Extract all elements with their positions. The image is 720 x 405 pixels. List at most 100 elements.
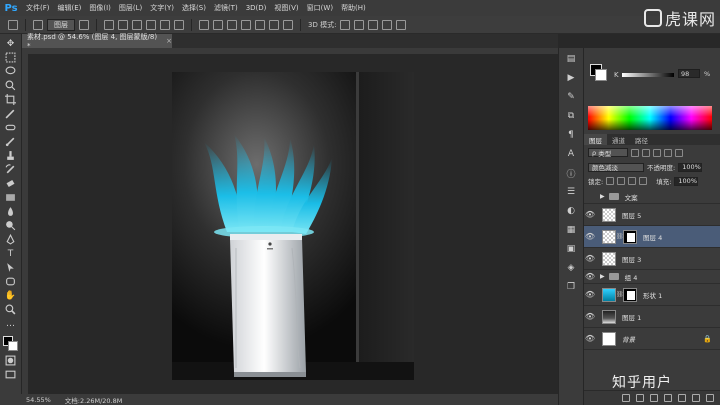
pen-tool-icon[interactable]: [5, 234, 17, 245]
distribute-center-icon[interactable]: [255, 19, 265, 30]
align-right-icon[interactable]: [174, 19, 184, 30]
tab-channels[interactable]: 通道: [607, 134, 630, 145]
3d-pan-icon[interactable]: [368, 19, 379, 30]
styles-panel-icon[interactable]: ▦: [565, 225, 577, 235]
3d-scale-icon[interactable]: [396, 19, 407, 30]
layer-item-3[interactable]: 👁 图层 3: [584, 248, 720, 270]
filter-smart-object-icon[interactable]: [675, 148, 683, 157]
add-mask-icon[interactable]: [650, 394, 658, 402]
lock-image-icon[interactable]: [617, 177, 626, 185]
eraser-tool-icon[interactable]: [5, 178, 17, 189]
3d-rotate-icon[interactable]: [340, 19, 351, 30]
clone-stamp-tool-icon[interactable]: [5, 150, 17, 161]
distribute-left-icon[interactable]: [241, 19, 251, 30]
auto-select-dropdown[interactable]: 图层: [47, 18, 75, 31]
move-tool-icon[interactable]: ✥: [5, 38, 17, 49]
layer-group-4[interactable]: 👁 ▶ 组 4: [584, 270, 720, 284]
lock-transparent-icon[interactable]: [606, 177, 615, 185]
opacity-input[interactable]: 100%: [678, 162, 703, 172]
3d-roll-icon[interactable]: [354, 19, 365, 30]
panel-background-swatch[interactable]: [595, 69, 607, 81]
tab-layers[interactable]: 图层: [584, 134, 607, 145]
align-middle-icon[interactable]: [118, 19, 128, 30]
background-color-swatch[interactable]: [7, 341, 18, 351]
quick-select-tool-icon[interactable]: [5, 80, 17, 91]
show-transform-icon[interactable]: [79, 19, 89, 30]
eye-icon[interactable]: 👁: [584, 210, 596, 219]
menu-file[interactable]: 文件(F): [22, 3, 54, 13]
color-spectrum[interactable]: [588, 106, 712, 130]
vertical-ruler[interactable]: [22, 48, 28, 394]
auto-align-icon[interactable]: [283, 19, 293, 30]
distribute-middle-icon[interactable]: [213, 19, 223, 30]
link-icon[interactable]: ⛓: [616, 291, 624, 298]
menu-view[interactable]: 视图(V): [270, 3, 302, 13]
navigator-panel-icon[interactable]: ◈: [565, 263, 577, 273]
horizontal-ruler[interactable]: [22, 48, 558, 54]
properties-panel-icon[interactable]: ☰: [565, 187, 577, 197]
lock-position-icon[interactable]: [628, 177, 637, 185]
document-tab[interactable]: 素材.psd @ 54.6% (图层 4, 图层蒙版/8) * ×: [22, 33, 172, 50]
foreground-background-colors[interactable]: [2, 336, 19, 352]
link-icon[interactable]: ⛓: [616, 233, 624, 240]
swatches-panel-icon[interactable]: ▣: [565, 244, 577, 254]
menu-type[interactable]: 文字(Y): [146, 3, 178, 13]
eyedropper-tool-icon[interactable]: [5, 108, 17, 119]
align-center-icon[interactable]: [160, 19, 170, 30]
type-tool-icon[interactable]: T: [5, 248, 17, 259]
k-channel-slider[interactable]: [622, 73, 674, 77]
history-panel-icon[interactable]: ▤: [565, 54, 577, 64]
filter-shape-icon[interactable]: [664, 148, 672, 157]
menu-3d[interactable]: 3D(D): [242, 4, 271, 12]
auto-select-checkbox-icon[interactable]: [33, 19, 43, 30]
document-canvas[interactable]: [172, 72, 414, 380]
blend-mode-dropdown[interactable]: 颜色减淡: [588, 162, 644, 172]
trash-icon[interactable]: [706, 394, 714, 402]
menu-image[interactable]: 图像(I): [85, 3, 115, 13]
marquee-tool-icon[interactable]: [5, 52, 17, 63]
blur-tool-icon[interactable]: [5, 206, 17, 217]
align-bottom-icon[interactable]: [132, 19, 142, 30]
screen-mode-icon[interactable]: [5, 369, 17, 380]
move-tool-icon[interactable]: [8, 19, 18, 30]
eye-icon[interactable]: 👁: [584, 312, 596, 321]
hand-tool-icon[interactable]: ✋: [5, 290, 17, 301]
layer-filter-kind[interactable]: ρ 类型: [588, 148, 628, 158]
eye-icon[interactable]: 👁: [584, 334, 596, 343]
eye-icon[interactable]: 👁: [584, 290, 596, 299]
layer-style-icon[interactable]: [636, 394, 644, 402]
eye-icon[interactable]: 👁: [584, 272, 596, 281]
layer-group-copy[interactable]: ▶ 文案: [584, 190, 720, 204]
menu-filter[interactable]: 滤镜(T): [210, 3, 242, 13]
close-icon[interactable]: ×: [166, 37, 172, 45]
quick-mask-icon[interactable]: [5, 355, 17, 366]
eye-hidden-icon[interactable]: [584, 192, 596, 201]
adjustments-panel-icon[interactable]: ◐: [565, 206, 577, 216]
dodge-tool-icon[interactable]: [5, 220, 17, 231]
layer-mask-thumbnail[interactable]: [623, 287, 637, 302]
layer-comps-panel-icon[interactable]: ❐: [565, 282, 577, 292]
menu-window[interactable]: 窗口(W): [303, 3, 337, 13]
history-brush-tool-icon[interactable]: [5, 164, 17, 175]
layer-mask-thumbnail[interactable]: [623, 229, 637, 244]
layer-item-shape-1[interactable]: 👁 ⛓ 形状 1: [584, 284, 720, 306]
brush-tool-icon[interactable]: [5, 136, 17, 147]
distribute-top-icon[interactable]: [199, 19, 209, 30]
gradient-tool-icon[interactable]: [5, 192, 17, 203]
healing-brush-tool-icon[interactable]: [5, 122, 17, 133]
menu-select[interactable]: 选择(S): [178, 3, 210, 13]
info-panel-icon[interactable]: ⓘ: [565, 168, 577, 180]
link-layers-icon[interactable]: [622, 394, 630, 402]
zoom-level[interactable]: 54.55%: [26, 396, 51, 404]
chevron-right-icon[interactable]: ▶: [600, 273, 605, 280]
crop-tool-icon[interactable]: [5, 94, 17, 105]
align-left-icon[interactable]: [146, 19, 156, 30]
more-tools-icon[interactable]: …: [5, 318, 17, 329]
shape-tool-icon[interactable]: [5, 276, 17, 287]
adjustment-layer-icon[interactable]: [664, 394, 672, 402]
layer-item-4-selected[interactable]: 👁 ⛓ 图层 4: [584, 226, 720, 248]
lock-all-icon[interactable]: [639, 177, 648, 185]
brush-panel-icon[interactable]: ✎: [565, 92, 577, 102]
lasso-tool-icon[interactable]: [5, 66, 17, 77]
zoom-tool-icon[interactable]: [5, 304, 17, 315]
